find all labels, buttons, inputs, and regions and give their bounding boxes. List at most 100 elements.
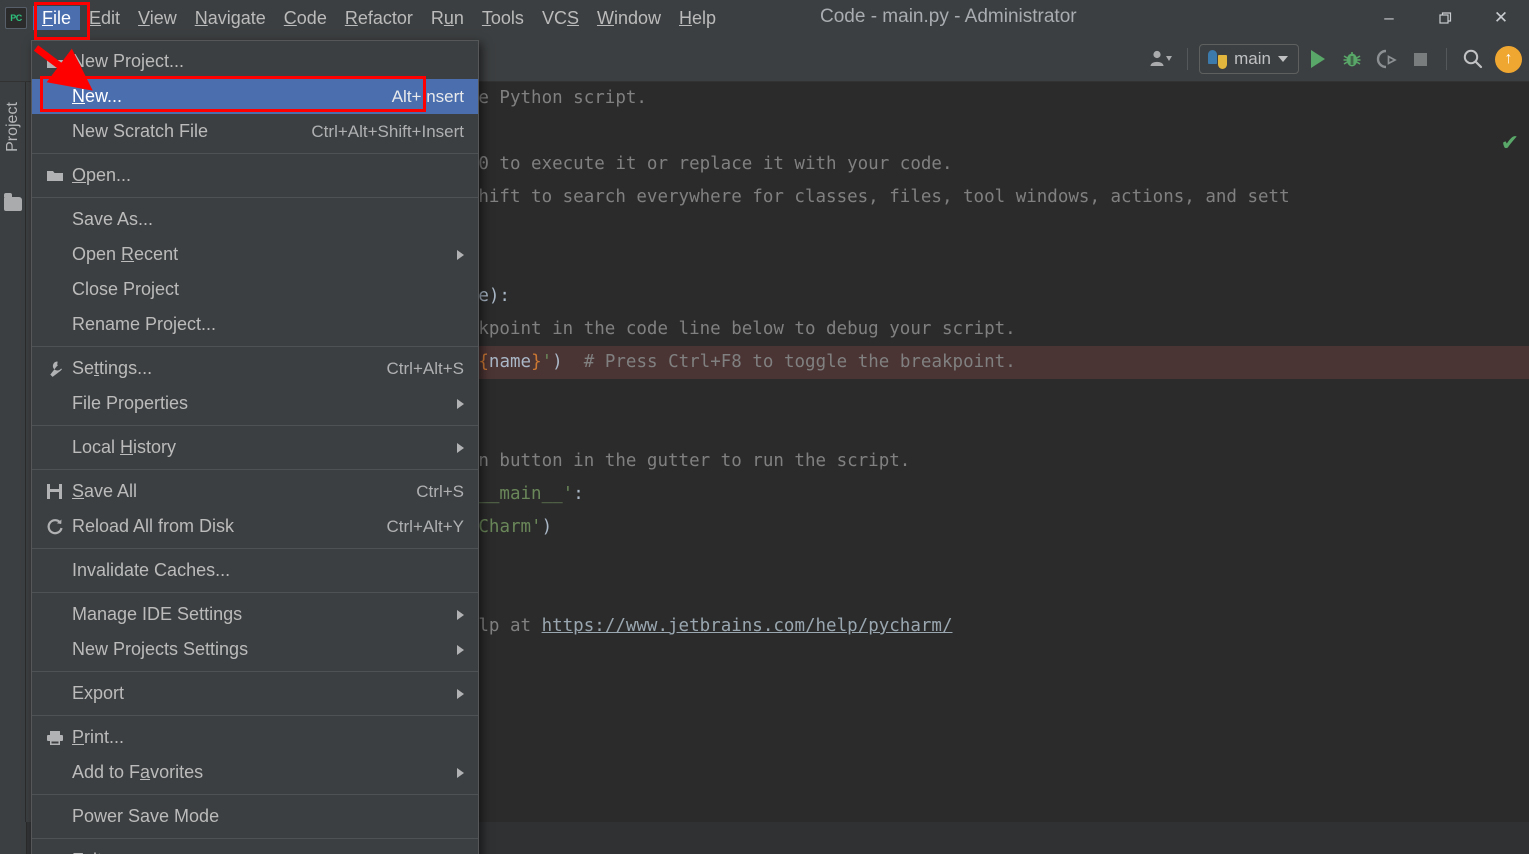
- submenu-arrow-icon: [457, 609, 464, 620]
- menu-item-manage-ide-settings[interactable]: Manage IDE Settings: [32, 597, 478, 632]
- user-account-icon[interactable]: [1146, 44, 1176, 74]
- menu-item-open[interactable]: Open...: [32, 158, 478, 193]
- left-tool-strip: Project: [0, 82, 26, 822]
- menu-item-close-project[interactable]: Close Project: [32, 272, 478, 307]
- menu-vcs[interactable]: VCS: [533, 6, 588, 30]
- run-icon: [1311, 50, 1325, 68]
- menu-separator: [32, 592, 478, 593]
- menu-separator: [32, 153, 478, 154]
- print-icon: [46, 730, 72, 746]
- window-title: Code - main.py - Administrator: [820, 6, 1077, 27]
- submenu-arrow-icon: [457, 398, 464, 409]
- run-configuration-selector[interactable]: main: [1199, 44, 1299, 74]
- folder-icon: [46, 168, 72, 184]
- menu-item-settings[interactable]: Settings... Ctrl+Alt+S: [32, 351, 478, 386]
- menu-separator: [32, 469, 478, 470]
- menu-item-label: Power Save Mode: [72, 806, 220, 826]
- stop-button[interactable]: [1405, 44, 1435, 74]
- run-with-coverage-button[interactable]: [1371, 44, 1401, 74]
- new-project-icon: [46, 54, 72, 70]
- code-line: s the green button in the gutter to run …: [373, 451, 911, 471]
- debug-bug-icon: [1343, 52, 1361, 67]
- menu-separator: [32, 425, 478, 426]
- menu-file[interactable]: File: [33, 6, 81, 30]
- menu-view[interactable]: View: [129, 6, 186, 30]
- menu-item-label: Reload All from Disk: [72, 516, 235, 536]
- menu-code[interactable]: Code: [275, 6, 336, 30]
- menu-item-label: Export: [72, 683, 125, 703]
- menu-item-export[interactable]: Export: [32, 676, 478, 711]
- restore-icon: [1438, 11, 1451, 24]
- menu-item-label: Add to Favorites: [72, 762, 204, 782]
- wrench-icon: [46, 360, 72, 378]
- menu-item-open-recent[interactable]: Open Recent: [32, 237, 478, 272]
- code-line: s Shift+F10 to execute it or replace it …: [373, 154, 953, 174]
- menu-item-shortcut: Ctrl+Alt+Y: [386, 516, 464, 536]
- pycharm-logo-icon: PC: [5, 7, 27, 29]
- menu-help[interactable]: Help: [670, 6, 725, 30]
- menu-run[interactable]: Run: [422, 6, 473, 30]
- menu-item-shortcut: Ctrl+Alt+S: [386, 358, 464, 378]
- menu-item-new-scratch-file[interactable]: New Scratch File Ctrl+Alt+Shift+Insert: [32, 114, 478, 149]
- window-controls: – ✕: [1361, 0, 1529, 36]
- submenu-arrow-icon: [457, 249, 464, 260]
- menu-item-label: Save All: [72, 481, 138, 501]
- menu-window[interactable]: Window: [588, 6, 670, 30]
- menu-item-exit[interactable]: Exit: [32, 843, 478, 854]
- file-menu-dropdown[interactable]: New Project... New... Alt+Insert New Scratc…: [31, 40, 479, 854]
- menu-item-shortcut: Alt+Insert: [391, 86, 464, 106]
- menu-item-save-all[interactable]: Save All Ctrl+S: [32, 474, 478, 509]
- menu-item-rename-project[interactable]: Rename Project...: [32, 307, 478, 342]
- menu-item-new-project[interactable]: New Project...: [32, 44, 478, 79]
- debug-button[interactable]: [1337, 44, 1367, 74]
- menu-separator: [32, 197, 478, 198]
- menu-item-label: Print...: [72, 727, 125, 747]
- code-editor[interactable]: ✔ is a sample Python script. s Shift+F10…: [303, 82, 1529, 822]
- menu-item-print[interactable]: Print...: [32, 720, 478, 755]
- menu-item-save-as[interactable]: Save As...: [32, 202, 478, 237]
- menu-item-power-save-mode[interactable]: Power Save Mode: [32, 799, 478, 834]
- update-project-icon: ↑: [1495, 45, 1522, 73]
- search-icon: [1463, 49, 1483, 69]
- menu-item-new-projects-settings[interactable]: New Projects Settings: [32, 632, 478, 667]
- menu-separator: [32, 346, 478, 347]
- menu-item-label: New Projects Settings: [72, 639, 249, 659]
- close-button[interactable]: ✕: [1473, 0, 1529, 36]
- title-bar: PC File Edit View Navigate Code Refactor Run To…: [0, 0, 1529, 36]
- menu-item-label: Open Recent: [72, 244, 179, 264]
- menu-item-reload-all-from-disk[interactable]: Reload All from Disk Ctrl+Alt+Y: [32, 509, 478, 544]
- save-icon: [46, 483, 72, 500]
- menu-item-invalidate-caches[interactable]: Invalidate Caches...: [32, 553, 478, 588]
- code-line: PyCharm help at https://www.jetbrains.co…: [373, 616, 953, 636]
- search-everywhere-button[interactable]: [1458, 44, 1488, 74]
- run-config-label: main: [1234, 49, 1271, 68]
- code-content[interactable]: is a sample Python script. s Shift+F10 t…: [373, 82, 1529, 822]
- project-tab-label: Project: [4, 102, 21, 152]
- menu-item-shortcut: Ctrl+Alt+Shift+Insert: [311, 121, 464, 141]
- bottom-panel-cell-3[interactable]: [390, 822, 1529, 854]
- update-project-button[interactable]: ↑: [1492, 44, 1525, 74]
- menu-separator: [32, 794, 478, 795]
- menu-item-new[interactable]: New... Alt+Insert: [32, 79, 478, 114]
- menu-refactor[interactable]: Refactor: [336, 6, 422, 30]
- menu-item-label: Manage IDE Settings: [72, 604, 243, 624]
- menu-item-local-history[interactable]: Local History: [32, 430, 478, 465]
- menu-edit[interactable]: Edit: [80, 6, 129, 30]
- menu-item-add-to-favorites[interactable]: Add to Favorites: [32, 755, 478, 790]
- menu-tools[interactable]: Tools: [473, 6, 533, 30]
- menu-navigate[interactable]: Navigate: [186, 6, 275, 30]
- menu-item-label: File Properties: [72, 393, 189, 413]
- menu-item-label: New...: [72, 86, 123, 106]
- run-button[interactable]: [1303, 44, 1333, 74]
- project-tool-window-tab[interactable]: Project: [0, 82, 26, 192]
- maximize-button[interactable]: [1417, 0, 1473, 36]
- menu-item-file-properties[interactable]: File Properties: [32, 386, 478, 421]
- minimize-button[interactable]: –: [1361, 0, 1417, 36]
- python-file-icon: [1208, 49, 1228, 69]
